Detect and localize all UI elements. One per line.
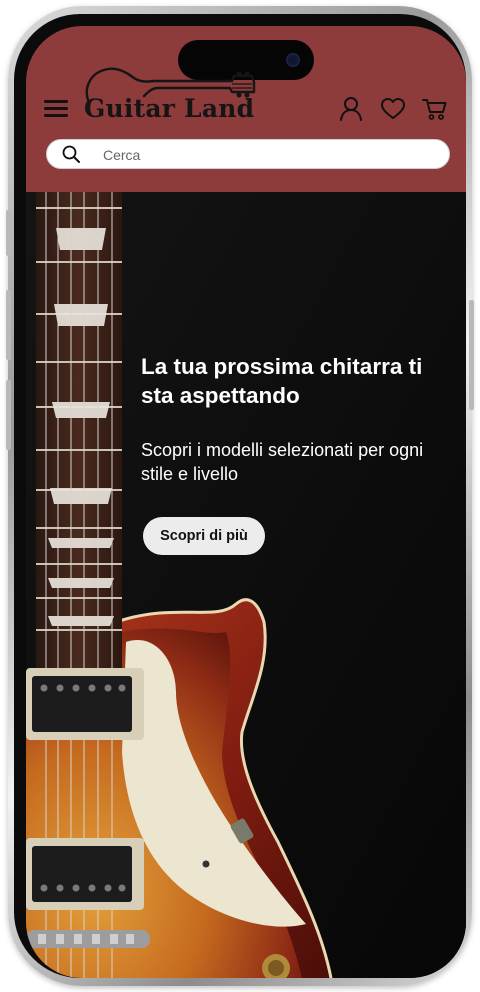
hero-title: La tua prossima chitarra ti sta aspettan… [141,354,423,408]
brand-name: Guitar Land [84,94,255,123]
volume-down-button [6,380,11,450]
hero-banner: La tua prossima chitarra ti sta aspettan… [26,192,466,978]
site-header: Guitar Land [26,26,466,192]
search-icon[interactable] [61,144,81,164]
cart-icon[interactable] [422,96,448,122]
logo[interactable]: Guitar Land [82,66,258,128]
search-input[interactable] [101,144,425,166]
discover-more-button[interactable]: Scopri di più [143,517,265,555]
heart-icon[interactable] [380,96,406,122]
electric-guitar-photo [26,192,466,978]
power-button [469,300,474,410]
screen: Guitar Land Cerca La tua prossima chitar… [26,26,466,978]
user-icon[interactable] [338,96,364,122]
hero-subtitle: Scopri i modelli selezionati per ogni st… [141,440,424,484]
silent-switch [6,210,11,256]
hamburger-menu-icon[interactable] [44,98,68,118]
volume-up-button [6,290,11,360]
camera [286,53,300,67]
search-bar[interactable] [46,139,450,169]
